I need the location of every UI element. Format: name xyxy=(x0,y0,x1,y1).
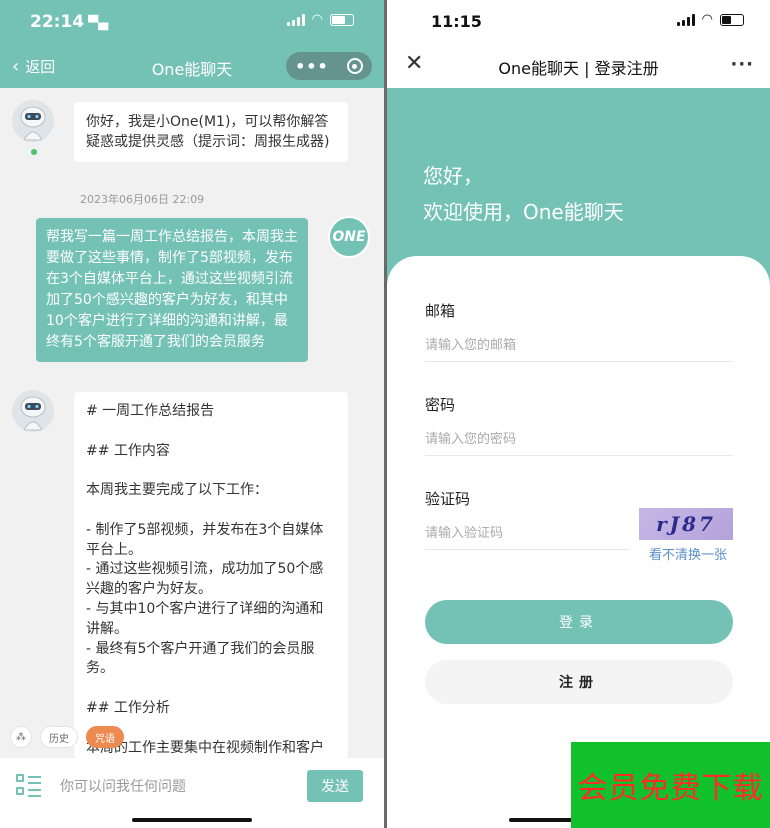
sleep-icon: ▀▄ xyxy=(88,16,109,31)
bot-reply-bubble: # 一周工作总结报告 ## 工作内容 本周我主要完成了以下工作： - 制作了5部… xyxy=(74,392,348,758)
status-icons: ◠ xyxy=(286,12,354,27)
menu-list-icon[interactable] xyxy=(16,774,42,798)
wifi-icon: ◠ xyxy=(701,12,713,27)
send-button[interactable]: 发送 xyxy=(307,770,363,802)
online-status-dot xyxy=(31,149,37,155)
bot-avatar xyxy=(12,390,54,432)
close-target-icon[interactable] xyxy=(346,58,363,74)
battery-icon xyxy=(720,14,744,26)
login-screen: 11:15 ◠ ✕ One能聊天 | 登录注册 ··· 您好， 欢迎使用，One… xyxy=(387,0,770,828)
status-bar-time: 22:14 ▀▄ xyxy=(30,12,109,32)
quick-action-chip[interactable]: ⁂ xyxy=(10,726,32,748)
password-field[interactable] xyxy=(425,428,733,456)
home-indicator xyxy=(132,818,252,822)
mini-program-capsule: ••• xyxy=(286,52,372,80)
status-icons: ◠ xyxy=(676,12,744,27)
status-bar-time: 11:15 xyxy=(431,12,482,31)
bot-greeting-bubble: 你好，我是小One(M1)，可以帮你解答疑惑或提供灵感（提示词：周报生成器) xyxy=(74,102,348,162)
chat-screen: 22:14 ▀▄ ◠ ‹ 返回 One能聊天 ••• 你好，我是小One(M1)，… xyxy=(0,0,384,828)
more-icon[interactable]: ··· xyxy=(730,54,754,75)
email-label: 邮箱 xyxy=(425,302,456,320)
user-message-bubble: 帮我写一篇一周工作总结报告，本周我主要做了这些事情，制作了5部视频，发布在3个自… xyxy=(36,218,308,362)
greeting-line-1: 您好， xyxy=(423,164,483,188)
sparkle-icon: ⁂ xyxy=(16,731,26,743)
password-label: 密码 xyxy=(425,396,456,414)
chat-header: 22:14 ▀▄ ◠ ‹ 返回 One能聊天 ••• xyxy=(0,0,384,88)
register-button[interactable]: 注册 xyxy=(425,660,733,704)
spell-chip[interactable]: 咒语 xyxy=(86,726,124,748)
captcha-field[interactable] xyxy=(425,522,629,550)
chat-input[interactable] xyxy=(60,772,295,802)
greeting-line-2: 欢迎使用，One能聊天 xyxy=(423,200,624,224)
promo-banner[interactable]: 会员免费下载 xyxy=(571,742,770,828)
bot-avatar xyxy=(12,100,54,142)
signal-icon xyxy=(286,14,305,26)
battery-icon xyxy=(330,14,354,26)
chat-input-bar: 发送 xyxy=(0,758,384,828)
page-title: One能聊天 | 登录注册 xyxy=(498,59,659,78)
signal-icon xyxy=(676,14,695,26)
history-chip[interactable]: 历史 xyxy=(40,726,78,748)
captcha-label: 验证码 xyxy=(425,490,471,508)
user-avatar: ONE xyxy=(328,216,370,258)
refresh-captcha-link[interactable]: 看不清换一张 xyxy=(649,544,727,563)
login-button[interactable]: 登录 xyxy=(425,600,733,644)
quick-chips: ⁂ 历史 咒语 xyxy=(10,726,124,748)
wifi-icon: ◠ xyxy=(311,12,323,27)
email-field[interactable] xyxy=(425,334,733,362)
more-icon[interactable]: ••• xyxy=(295,57,329,76)
message-timestamp: 2023年06月06日 22:09 xyxy=(80,193,205,206)
captcha-image[interactable]: rJ87 xyxy=(639,508,733,540)
